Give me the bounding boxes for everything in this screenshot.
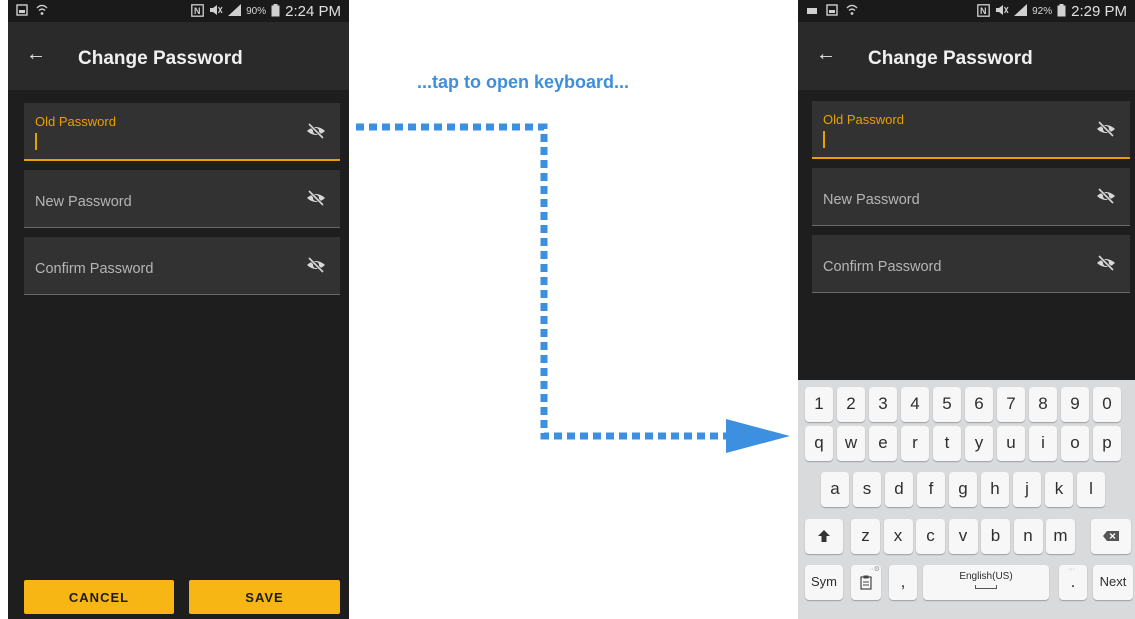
space-label: English(US) [959, 571, 1013, 582]
key-z[interactable]: z [851, 519, 880, 554]
keyboard-number-row: 1234567890 [798, 387, 1135, 427]
space-bar-icon [975, 585, 997, 589]
key-8[interactable]: 8 [1029, 387, 1057, 422]
message-icon [806, 4, 818, 19]
backspace-key[interactable] [1091, 519, 1131, 554]
key-3[interactable]: 3 [869, 387, 897, 422]
eye-off-icon[interactable] [1096, 254, 1116, 272]
battery-icon [1057, 3, 1066, 20]
shift-key[interactable] [805, 519, 843, 554]
key-9[interactable]: 9 [1061, 387, 1089, 422]
field-label: Confirm Password [823, 259, 942, 275]
key-2[interactable]: 2 [837, 387, 865, 422]
key-0[interactable]: 0 [1093, 387, 1121, 422]
eye-off-icon[interactable] [1096, 120, 1116, 138]
keyboard-row-2: asdfghjkl [798, 472, 1135, 512]
key-k[interactable]: k [1045, 472, 1073, 507]
key-q[interactable]: q [805, 426, 833, 461]
key-w[interactable]: w [837, 426, 865, 461]
battery-percent: 92% [1032, 6, 1053, 17]
back-arrow-icon[interactable]: ← [816, 44, 836, 64]
app-bar: ← Change Password [798, 22, 1135, 90]
field-label: Old Password [823, 112, 904, 127]
text-cursor [823, 131, 825, 148]
shift-icon [818, 530, 830, 542]
key-5[interactable]: 5 [933, 387, 961, 422]
key-f[interactable]: f [917, 472, 945, 507]
key-h[interactable]: h [981, 472, 1009, 507]
period-key[interactable]: ··· . [1059, 565, 1087, 600]
period-label: . [1070, 572, 1076, 591]
key-d[interactable]: d [885, 472, 913, 507]
next-key[interactable]: Next [1093, 565, 1133, 600]
key-x[interactable]: x [883, 519, 913, 554]
keyboard-row-1: qwertyuiop [798, 426, 1135, 466]
key-m[interactable]: m [1046, 519, 1075, 554]
key-c[interactable]: c [916, 519, 945, 554]
key-t[interactable]: t [933, 426, 961, 461]
key-y[interactable]: y [965, 426, 993, 461]
key-i[interactable]: i [1029, 426, 1057, 461]
key-a[interactable]: a [821, 472, 849, 507]
key-n[interactable]: n [1013, 519, 1043, 554]
key-s[interactable]: s [853, 472, 881, 507]
status-bar: N 92% 2:29 PM [798, 0, 1135, 22]
comma-key[interactable]: , [889, 565, 917, 600]
key-r[interactable]: r [901, 426, 929, 461]
page-title: Change Password [868, 48, 1033, 69]
old-password-field[interactable]: Old Password [812, 101, 1130, 159]
key-e[interactable]: e [869, 426, 897, 461]
key-1[interactable]: 1 [805, 387, 833, 422]
key-v[interactable]: v [948, 519, 978, 554]
gallery-icon [826, 4, 838, 19]
space-key[interactable]: English(US) [923, 565, 1049, 600]
arrow-head-icon [726, 419, 790, 453]
eye-off-icon[interactable] [1096, 187, 1116, 205]
key-p[interactable]: p [1093, 426, 1121, 461]
svg-text:N: N [980, 6, 987, 16]
clipboard-key[interactable]: ··⚙ [851, 565, 881, 600]
key-b[interactable]: b [981, 519, 1010, 554]
sym-key[interactable]: Sym [805, 565, 843, 600]
mute-icon [995, 4, 1009, 19]
keyboard-row-3: zxcvbnm [798, 519, 1135, 559]
on-screen-keyboard: 1234567890 qwertyuiop asdfghjkl zxcvbnm … [798, 380, 1135, 619]
key-j[interactable]: j [1013, 472, 1041, 507]
status-time: 2:29 PM [1071, 3, 1127, 20]
wifi-icon [846, 4, 858, 19]
clipboard-icon [860, 575, 872, 590]
key-4[interactable]: 4 [901, 387, 929, 422]
key-7[interactable]: 7 [997, 387, 1025, 422]
key-u[interactable]: u [997, 426, 1025, 461]
field-label: New Password [823, 192, 920, 208]
backspace-icon [1103, 531, 1119, 541]
signal-icon [1014, 4, 1028, 19]
confirm-password-field[interactable]: Confirm Password [812, 235, 1130, 293]
keyboard-bottom-row: Sym ··⚙ , English(US) ··· . Next [798, 565, 1135, 605]
key-l[interactable]: l [1077, 472, 1105, 507]
key-6[interactable]: 6 [965, 387, 993, 422]
nfc-icon: N [977, 3, 990, 20]
key-o[interactable]: o [1061, 426, 1089, 461]
new-password-field[interactable]: New Password [812, 168, 1130, 226]
key-g[interactable]: g [949, 472, 977, 507]
right-phone-screen: N 92% 2:29 PM ← Change Password Old Pass… [798, 0, 1135, 619]
